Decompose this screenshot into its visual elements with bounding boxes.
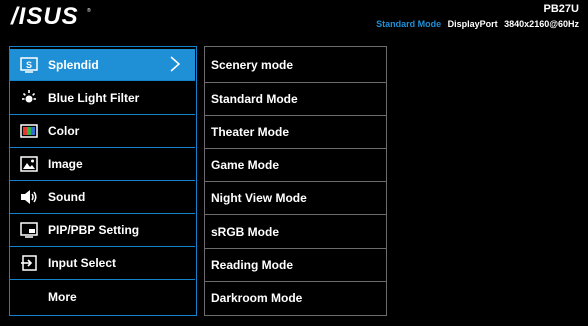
menu-item-label: Splendid: [48, 58, 99, 72]
svg-text:®: ®: [87, 7, 91, 14]
resolution: 3840x2160@60Hz: [504, 19, 579, 29]
menu-item-label: Color: [48, 124, 80, 138]
menu-divider: [10, 279, 195, 280]
menu-divider: [10, 80, 195, 81]
menu-item-pip-pbp-setting[interactable]: PIP/PBP Setting: [10, 214, 195, 246]
submenu-item-label: Theater Mode: [211, 124, 290, 139]
menu-item-label: PIP/PBP Setting: [48, 223, 140, 237]
osd-header: /ISUS ® PB27U Standard Mode DisplayPort …: [0, 0, 588, 34]
svg-text:/ISUS: /ISUS: [10, 3, 79, 29]
menu-item-splendid[interactable]: S Splendid: [10, 49, 195, 81]
submenu-item-label: Darkroom Mode: [211, 290, 303, 305]
menu-item-image[interactable]: Image: [10, 148, 195, 180]
menu-item-label: Blue Light Filter: [48, 91, 140, 105]
chevron-right-icon: [170, 56, 181, 72]
submenu-item-night-view-mode[interactable]: Night View Mode: [205, 181, 386, 214]
status-line: Standard Mode DisplayPort 3840x2160@60Hz: [376, 19, 579, 29]
input-select-icon: [20, 254, 38, 272]
splendid-submenu: Scenery mode Standard Mode Theater Mode …: [204, 46, 387, 316]
menu-item-input-select[interactable]: Input Select: [10, 247, 195, 279]
menu-item-color[interactable]: Color: [10, 115, 195, 147]
menu-item-sound[interactable]: Sound: [10, 181, 195, 213]
submenu-item-label: Reading Mode: [211, 257, 294, 272]
submenu-item-label: Scenery mode: [211, 57, 294, 72]
asus-logo: /ISUS ®: [10, 3, 91, 29]
image-icon: [20, 155, 38, 173]
submenu-item-darkroom-mode[interactable]: Darkroom Mode: [205, 281, 386, 314]
model-name: PB27U: [543, 3, 579, 15]
color-icon: [20, 122, 38, 140]
submenu-item-standard-mode[interactable]: Standard Mode: [205, 82, 386, 115]
menu-item-label: Image: [48, 157, 83, 171]
blue-light-filter-icon: [20, 89, 38, 107]
main-menu: S Splendid Blue Light Filter Color Image…: [9, 46, 197, 316]
submenu-item-reading-mode[interactable]: Reading Mode: [205, 248, 386, 281]
speaker-icon: [20, 188, 38, 206]
pip-icon: [20, 221, 38, 239]
submenu-item-label: Standard Mode: [211, 91, 298, 106]
menu-item-label: Input Select: [48, 256, 117, 270]
menu-item-blue-light-filter[interactable]: Blue Light Filter: [10, 82, 195, 114]
submenu-item-scenery-mode[interactable]: Scenery mode: [205, 48, 386, 81]
submenu-item-label: Game Mode: [211, 157, 280, 172]
menu-item-more[interactable]: More: [10, 281, 195, 313]
submenu-item-theater-mode[interactable]: Theater Mode: [205, 115, 386, 148]
submenu-item-srgb-mode[interactable]: sRGB Mode: [205, 215, 386, 248]
svg-text:S: S: [26, 60, 32, 70]
current-mode: Standard Mode: [376, 19, 442, 29]
input-source: DisplayPort: [447, 19, 498, 29]
submenu-item-game-mode[interactable]: Game Mode: [205, 148, 386, 181]
splendid-icon: S: [20, 56, 38, 74]
submenu-item-label: Night View Mode: [211, 190, 307, 205]
menu-item-label: Sound: [48, 190, 86, 204]
submenu-item-label: sRGB Mode: [211, 224, 280, 239]
menu-item-label: More: [48, 290, 77, 304]
